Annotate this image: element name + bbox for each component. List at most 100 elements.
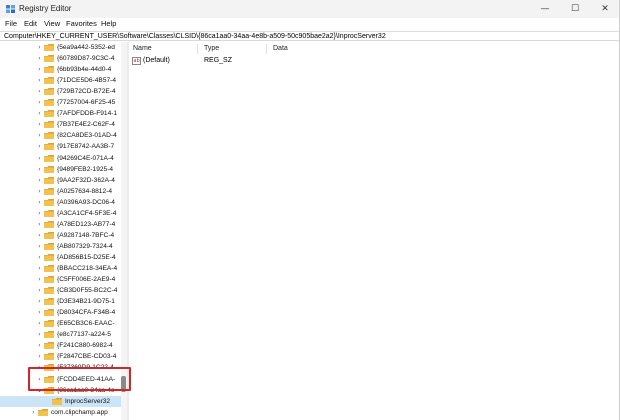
expand-chevron-icon[interactable]: ›: [36, 186, 43, 197]
tree-key-label: {CB3D0F55-BC2C-4: [57, 287, 118, 295]
folder-icon: [44, 55, 54, 63]
tree-item[interactable]: › {7B37E4E2-C62F-4: [0, 119, 121, 130]
tree-item-selected[interactable]: InprocServer32: [0, 395, 121, 407]
tree-item[interactable]: › {AB807329-7324-4: [0, 241, 121, 252]
expand-chevron-icon[interactable]: ›: [36, 164, 43, 175]
tree-item[interactable]: › {E65CB3C6-EAAC-: [0, 318, 121, 329]
values-pane[interactable]: Name Type Data ab (Default) REG_SZ: [129, 42, 620, 420]
string-value-icon: ab: [132, 57, 141, 65]
tree-item[interactable]: › {77257004-6F25-45: [0, 97, 121, 108]
value-row[interactable]: ab (Default) REG_SZ: [129, 56, 429, 66]
menu-view[interactable]: View: [44, 19, 60, 28]
column-header-type[interactable]: Type: [204, 45, 219, 52]
expand-chevron-icon[interactable]: ›: [36, 263, 43, 274]
expand-chevron-icon[interactable]: ›: [36, 53, 43, 64]
expand-chevron-icon[interactable]: ›: [36, 285, 43, 296]
tree-item[interactable]: › {A78ED123-AB77-4: [0, 219, 121, 230]
expand-chevron-icon[interactable]: ›: [36, 119, 43, 130]
expand-chevron-icon[interactable]: ›: [36, 64, 43, 75]
expand-chevron-icon[interactable]: ›: [30, 407, 37, 418]
column-header-data[interactable]: Data: [273, 45, 288, 52]
expand-chevron-icon[interactable]: ›: [36, 274, 43, 285]
tree-item[interactable]: › {94269C4E-071A-4: [0, 153, 121, 164]
tree-item[interactable]: › {e8c77137-a224-5: [0, 329, 121, 340]
expand-chevron-icon[interactable]: ›: [36, 307, 43, 318]
expand-chevron-icon[interactable]: ›: [36, 75, 43, 86]
folder-icon: [44, 165, 54, 173]
expand-chevron-icon[interactable]: ›: [36, 197, 43, 208]
tree-item[interactable]: › {A9287148-7BFC-4: [0, 230, 121, 241]
expand-chevron-icon[interactable]: ›: [36, 130, 43, 141]
key-tree[interactable]: › {5ea9a442-5352-ed › {60789D87-9C3C-4 › {6bb…: [0, 42, 121, 420]
tree-key-label: {77257004-6F25-45: [57, 99, 116, 107]
expand-chevron-icon[interactable]: ›: [36, 340, 43, 351]
tree-item[interactable]: › {A0396A93-DC06-4: [0, 197, 121, 208]
minimize-button[interactable]: —: [530, 0, 560, 18]
tree-item[interactable]: › {729B72CD-B72E-4: [0, 86, 121, 97]
tree-key-label: {729B72CD-B72E-4: [57, 88, 116, 96]
tree-item[interactable]: › {BBACC218-34EA-4: [0, 263, 121, 274]
address-bar[interactable]: Computer\HKEY_CURRENT_USER\Software\Clas…: [0, 31, 619, 41]
maximize-button[interactable]: ☐: [560, 0, 590, 18]
tree-item[interactable]: › {D3E34B21-9D75-1: [0, 296, 121, 307]
expand-chevron-icon[interactable]: ›: [36, 351, 43, 362]
menu-help[interactable]: Help: [101, 19, 116, 28]
tree-item[interactable]: › {AD856B15-D25E-4: [0, 252, 121, 263]
expand-chevron-icon[interactable]: ›: [36, 252, 43, 263]
tree-item[interactable]: › {7AFDFDDB-F914-1: [0, 108, 121, 119]
expand-chevron-icon[interactable]: ›: [36, 296, 43, 307]
tree-item[interactable]: › {A3CA1CF4-5F3E-4: [0, 208, 121, 219]
folder-icon: [44, 44, 54, 51]
expand-chevron-icon[interactable]: ›: [36, 241, 43, 252]
expand-chevron-icon[interactable]: ›: [36, 230, 43, 241]
tree-key-label: {A78ED123-AB77-4: [57, 220, 116, 228]
folder-icon: [38, 408, 48, 416]
tree-item[interactable]: › {CB3D0F55-BC2C-4: [0, 285, 121, 296]
tree-item[interactable]: › {A0257634-8812-4: [0, 186, 121, 197]
tree-item[interactable]: › {F241C880-6982-4: [0, 340, 121, 351]
expand-chevron-icon[interactable]: ›: [36, 175, 43, 186]
tree-item[interactable]: › {60789D87-9C3C-4: [0, 53, 121, 64]
tree-key-label: {94269C4E-071A-4: [57, 154, 114, 162]
close-button[interactable]: ✕: [590, 0, 620, 18]
expand-chevron-icon[interactable]: ›: [36, 141, 43, 152]
tree-item[interactable]: › {F2847CBE-CD03-4: [0, 351, 121, 362]
tree-item[interactable]: › {D8034CFA-F34B-4: [0, 307, 121, 318]
tree-item[interactable]: › {6bb93b4e-44d0-4: [0, 64, 121, 75]
folder-icon: [44, 287, 54, 295]
expand-chevron-icon[interactable]: ›: [36, 329, 43, 340]
tree-item[interactable]: › {5ea9a442-5352-ed: [0, 42, 121, 53]
tree-key-label: InprocServer32: [65, 397, 111, 405]
title-bar: Registry Editor — ☐ ✕: [0, 0, 620, 18]
expand-chevron-icon[interactable]: ›: [36, 42, 43, 53]
column-header-name[interactable]: Name: [133, 45, 152, 52]
expand-chevron-icon[interactable]: ›: [36, 108, 43, 119]
value-name: (Default): [143, 57, 170, 64]
menu-favorites[interactable]: Favorites: [66, 19, 97, 28]
tree-key-label: {9AA2F32D-362A-4: [57, 176, 115, 184]
expand-chevron-icon[interactable]: ›: [36, 86, 43, 97]
folder-icon: [44, 143, 54, 151]
folder-icon: [44, 187, 54, 195]
folder-icon: [44, 231, 54, 239]
tree-item[interactable]: › {82CA8DE3-01AD-4: [0, 130, 121, 141]
expand-chevron-icon[interactable]: ›: [36, 318, 43, 329]
tree-item[interactable]: › {71DCE5D6-4B57-4: [0, 75, 121, 86]
column-divider[interactable]: [197, 44, 198, 54]
tree-key-label: {60789D87-9C3C-4: [57, 55, 115, 63]
expand-chevron-icon[interactable]: ›: [36, 97, 43, 108]
expand-chevron-icon[interactable]: ›: [36, 219, 43, 230]
menu-bar: File Edit View Favorites Help: [0, 18, 620, 30]
expand-chevron-icon[interactable]: ›: [36, 208, 43, 219]
folder-icon: [44, 220, 54, 228]
menu-file[interactable]: File: [5, 19, 17, 28]
tree-item[interactable]: › {9489FEB2-1925-4: [0, 164, 121, 175]
tree-item[interactable]: › {917E8742-AA3B-7: [0, 141, 121, 152]
tree-item[interactable]: › com.clipchamp.app: [0, 407, 121, 418]
folder-icon: [44, 198, 54, 206]
tree-item[interactable]: › {9AA2F32D-362A-4: [0, 175, 121, 186]
expand-chevron-icon[interactable]: ›: [36, 153, 43, 164]
tree-item[interactable]: › {C5FF006E-2AE9-4: [0, 274, 121, 285]
menu-edit[interactable]: Edit: [24, 19, 37, 28]
column-divider[interactable]: [266, 44, 267, 54]
